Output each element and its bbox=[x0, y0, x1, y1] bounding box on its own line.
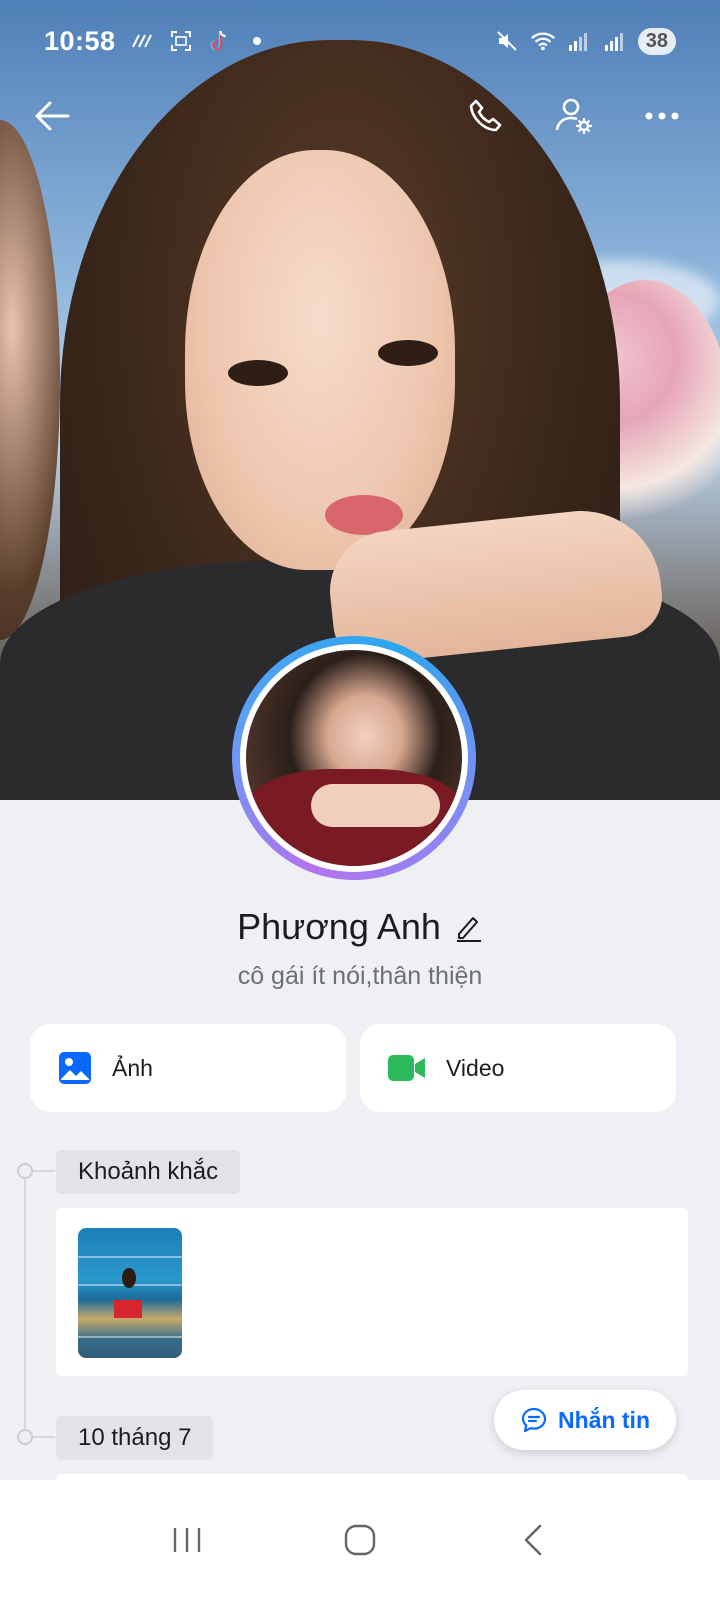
back-nav-icon bbox=[525, 1524, 542, 1556]
home-icon bbox=[344, 1524, 376, 1556]
signal-icon bbox=[566, 28, 592, 54]
signal-2-icon bbox=[602, 28, 628, 54]
data-saver-icon bbox=[130, 28, 156, 54]
date-tag: 10 tháng 7 bbox=[56, 1416, 214, 1460]
more-options-button[interactable] bbox=[634, 88, 690, 144]
chat-bubble-icon bbox=[521, 1407, 547, 1433]
moments-tag: Khoảnh khắc bbox=[56, 1150, 241, 1194]
wifi-icon bbox=[530, 28, 556, 54]
message-label: Nhắn tin bbox=[558, 1406, 650, 1433]
recents-button[interactable] bbox=[147, 1500, 227, 1580]
timeline-dot bbox=[17, 1163, 33, 1179]
phone-icon bbox=[469, 99, 502, 132]
timeline-line bbox=[24, 1172, 26, 1442]
edit-pencil-icon bbox=[456, 917, 481, 942]
video-camera-icon bbox=[388, 1055, 425, 1081]
message-button[interactable]: Nhắn tin bbox=[494, 1390, 676, 1450]
videos-button[interactable]: Video bbox=[360, 1024, 676, 1112]
videos-label: Video bbox=[446, 1054, 505, 1081]
recents-icon bbox=[173, 1528, 200, 1552]
timeline-dot bbox=[17, 1429, 33, 1445]
profile-settings-button[interactable] bbox=[546, 88, 602, 144]
back-arrow-icon bbox=[35, 101, 70, 131]
profile-bio: cô gái ít nói,thân thiện bbox=[237, 962, 483, 990]
back-nav-button[interactable] bbox=[493, 1500, 573, 1580]
battery-level: 38 bbox=[637, 27, 676, 55]
profile-name: Phương Anh bbox=[237, 906, 441, 947]
screenshot-icon bbox=[168, 28, 194, 54]
mute-icon bbox=[494, 28, 520, 54]
moments-card bbox=[56, 1208, 688, 1376]
status-bar: 10:58 38 bbox=[0, 0, 720, 82]
name-row: Phương Anh bbox=[0, 906, 720, 948]
avatar[interactable] bbox=[232, 636, 476, 880]
call-button[interactable] bbox=[458, 88, 514, 144]
photos-button[interactable]: Ảnh bbox=[30, 1024, 346, 1112]
status-time: 10:58 bbox=[44, 25, 116, 56]
top-action-bar bbox=[0, 88, 720, 144]
home-button[interactable] bbox=[320, 1500, 400, 1580]
more-icon bbox=[645, 112, 679, 120]
photos-label: Ảnh bbox=[112, 1054, 153, 1081]
user-settings-icon bbox=[555, 98, 592, 134]
image-icon bbox=[59, 1052, 91, 1084]
avatar-photo bbox=[246, 650, 462, 866]
edit-name-button[interactable] bbox=[455, 912, 483, 942]
moment-thumbnail[interactable] bbox=[78, 1228, 182, 1358]
navigation-bar bbox=[0, 1480, 720, 1600]
back-button[interactable] bbox=[24, 88, 80, 144]
tiktok-icon bbox=[206, 28, 232, 54]
notification-dot-icon bbox=[244, 28, 270, 54]
